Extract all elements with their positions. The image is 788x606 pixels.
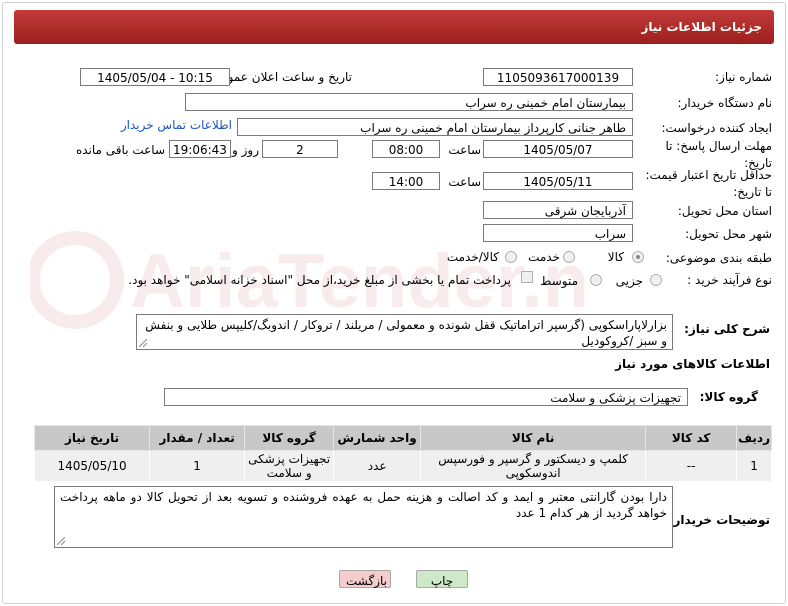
page-title: جزئیات اطلاعات نیاز: [641, 20, 762, 34]
days-field: 2: [262, 140, 338, 158]
table-header-row: ردیف کد کالا نام کالا واحد شمارش گروه کا…: [33, 425, 772, 451]
print-button[interactable]: چاپ: [416, 570, 468, 588]
resize-grip-icon[interactable]: [139, 339, 147, 347]
cell-code: --: [645, 450, 738, 482]
buyer-notes-text: دارا بودن گارانتی معتبر و ایمد و کد اصال…: [60, 490, 667, 520]
province-field: آذربایجان شرقی: [483, 201, 633, 219]
goods-group-label: گروه کالا:: [699, 390, 758, 404]
deadline-time-field: 08:00: [372, 140, 440, 158]
description-text: بزارلاپاراسکوپی (گرسپر اتراماتیک قفل شون…: [145, 318, 667, 348]
province-label: استان محل تحویل:: [677, 204, 772, 218]
need-number-label: شماره نیاز:: [715, 70, 772, 84]
process-medium-radio[interactable]: [590, 274, 602, 286]
cell-unit: عدد: [333, 450, 422, 482]
category-goods-service-label: کالا/خدمت: [446, 250, 499, 264]
category-label: طبقه بندی موضوعی:: [665, 251, 772, 265]
treasury-checkbox[interactable]: [521, 271, 533, 283]
contact-info-link[interactable]: اطلاعات تماس خریدار: [121, 118, 232, 132]
description-label: شرح کلی نیاز:: [684, 322, 770, 336]
col-quantity: تعداد / مقدار: [149, 425, 246, 451]
city-label: شهر محل تحویل:: [685, 227, 772, 241]
goods-section-title: اطلاعات کالاهای مورد نیاز: [615, 357, 770, 371]
deadline-date-field: 1405/05/07: [483, 140, 633, 158]
category-goods-service-radio[interactable]: [505, 251, 517, 263]
process-minor-label: جزیی: [615, 274, 643, 288]
creator-label: ایجاد کننده درخواست:: [661, 121, 772, 135]
col-name: نام کالا: [420, 425, 647, 451]
col-row: ردیف: [736, 425, 772, 451]
cell-group: تجهیزات پزشکی و سلامت: [244, 450, 335, 482]
page-header: جزئیات اطلاعات نیاز: [14, 10, 774, 44]
remaining-label: ساعت باقی مانده: [75, 143, 165, 157]
process-label: نوع فرآیند خرید :: [687, 273, 772, 287]
cell-name: کلمپ و دیسکتور و گرسپر و فورسپس اندوسکوپ…: [420, 450, 647, 482]
days-label: روز و: [232, 143, 259, 157]
need-number-field: 1105093617000139: [483, 68, 633, 86]
validity-time-label: ساعت: [448, 175, 481, 189]
buyer-org-label: نام دستگاه خریدار:: [677, 96, 773, 110]
back-button[interactable]: بازگشت: [339, 570, 391, 588]
col-unit: واحد شمارش: [333, 425, 422, 451]
creator-field: طاهر جنانی کارپرداز بیمارستان امام خمینی…: [237, 118, 633, 136]
cell-row: 1: [736, 450, 772, 482]
cell-need-date: 1405/05/10: [33, 450, 151, 482]
deadline-time-label: ساعت: [448, 143, 481, 157]
remaining-time-field: 19:06:43: [169, 140, 231, 158]
col-need-date: تاریخ نیاز: [33, 425, 151, 451]
buyer-org-field: بیمارستان امام خمینی ره سراب: [185, 93, 633, 111]
category-service-radio[interactable]: [563, 251, 575, 263]
cell-quantity: 1: [149, 450, 246, 482]
buyer-notes-label: توضیحات خریدار:: [668, 513, 770, 527]
validity-date-field: 1405/05/11: [483, 172, 633, 190]
validity-label: حداقل تاریخ اعتبار قیمت: تا تاریخ:: [645, 168, 772, 199]
category-goods-radio[interactable]: [632, 251, 644, 263]
table-row: 1 -- کلمپ و دیسکتور و گرسپر و فورسپس اند…: [33, 450, 772, 482]
description-field: بزارلاپاراسکوپی (گرسپر اتراماتیک قفل شون…: [136, 314, 673, 350]
category-service-label: خدمت: [528, 250, 560, 264]
process-minor-radio[interactable]: [650, 274, 662, 286]
resize-grip-icon[interactable]: [57, 537, 65, 545]
col-group: گروه کالا: [244, 425, 335, 451]
process-medium-label: متوسط: [540, 274, 578, 288]
payment-note: پرداخت تمام یا بخشی از مبلغ خرید،از محل …: [128, 273, 511, 287]
buyer-notes-field: دارا بودن گارانتی معتبر و ایمد و کد اصال…: [54, 486, 673, 548]
city-field: سراب: [483, 224, 633, 242]
goods-group-field: تجهیزات پزشکی و سلامت: [164, 388, 688, 406]
col-code: کد کالا: [645, 425, 738, 451]
category-goods-label: کالا: [607, 250, 624, 264]
validity-time-field: 14:00: [372, 172, 440, 190]
announce-field: 1405/05/04 - 10:15: [80, 68, 230, 86]
items-table: ردیف کد کالا نام کالا واحد شمارش گروه کا…: [33, 425, 772, 482]
